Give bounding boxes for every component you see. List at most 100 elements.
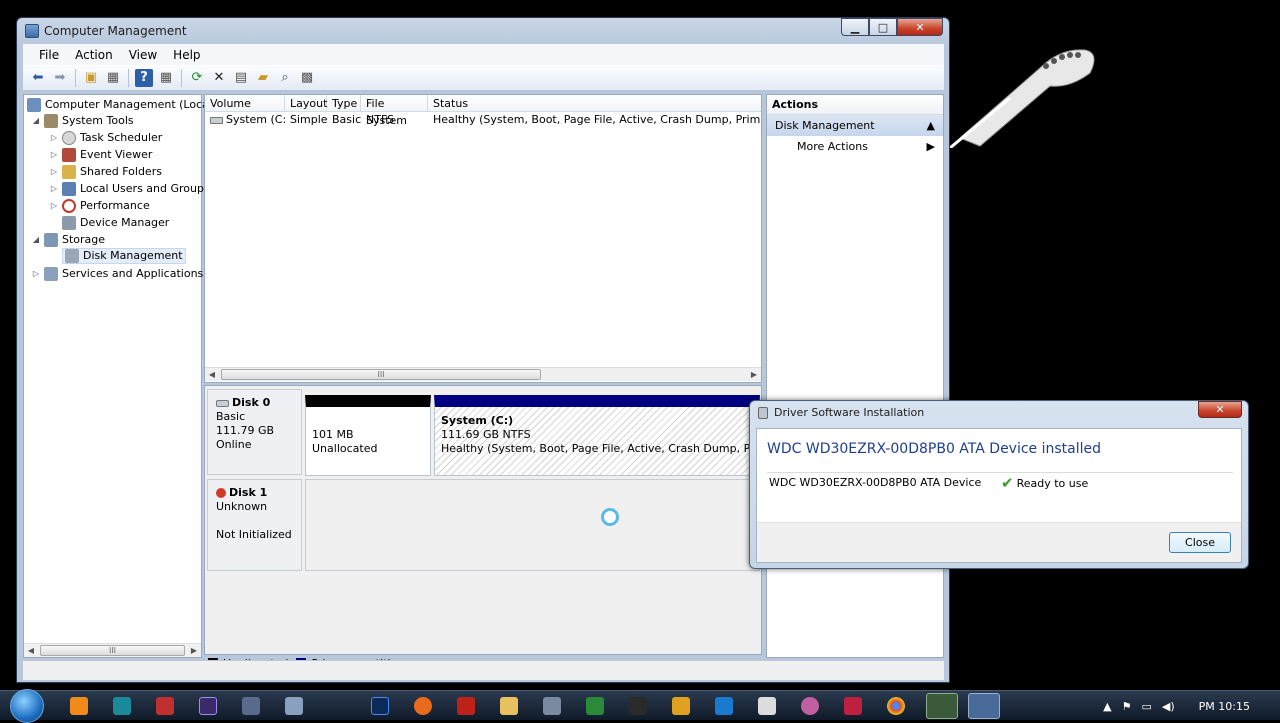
expanded-arrow-icon[interactable]: ◢ [32, 232, 40, 248]
app-icon[interactable] [285, 697, 303, 715]
minimize-button[interactable]: ▁ [841, 18, 869, 36]
tree-item-shared-folders[interactable]: ▷ Shared Folders [50, 164, 162, 180]
app-icon[interactable] [586, 697, 604, 715]
disk-type: Unknown [216, 500, 268, 513]
collapse-up-icon[interactable]: ▲ [927, 115, 935, 136]
tree-label: Event Viewer [80, 148, 153, 161]
network-icon[interactable]: ▭ [1142, 700, 1152, 713]
computer-management-task-icon[interactable] [968, 693, 1000, 719]
column-file-system[interactable]: File System [361, 95, 428, 127]
dialog-close-x-button[interactable]: ✕ [1198, 401, 1242, 418]
expanded-arrow-icon[interactable]: ◢ [32, 113, 40, 129]
scroll-thumb[interactable]: III [40, 645, 185, 656]
folder-icon[interactable] [500, 697, 518, 715]
menu-help[interactable]: Help [165, 48, 208, 62]
partition-name: System (C:) [441, 414, 514, 427]
vlc-icon[interactable] [70, 697, 88, 715]
menu-file[interactable]: File [31, 48, 67, 62]
actions-section-label: Disk Management [775, 119, 875, 132]
show-hidden-icons-icon[interactable]: ▲ [1103, 700, 1111, 713]
after-effects-icon[interactable] [199, 697, 217, 715]
show-hide-action-pane-icon[interactable]: ▦ [157, 69, 175, 87]
settings-icon[interactable]: ▩ [298, 69, 316, 87]
forward-arrow-icon[interactable]: ➡ [51, 69, 69, 87]
collapsed-arrow-icon[interactable]: ▷ [50, 181, 58, 197]
app-icon[interactable] [113, 697, 131, 715]
disk-name: Disk 0 [232, 396, 271, 409]
clock-time[interactable]: PM 10:15 [1199, 700, 1250, 713]
tree-item-disk-management[interactable]: Disk Management [62, 248, 186, 264]
tree-item-services-and-applications[interactable]: ▷ Services and Applications [32, 266, 203, 282]
tree-item-local-users[interactable]: ▷ Local Users and Groups [50, 181, 210, 197]
collapsed-arrow-icon[interactable]: ▷ [50, 147, 58, 163]
app-icon[interactable] [801, 697, 819, 715]
app-icon[interactable] [672, 697, 690, 715]
scroll-left-icon[interactable]: ◀ [205, 368, 219, 381]
tree-item-storage[interactable]: ◢ Storage [32, 232, 105, 248]
app-icon[interactable] [543, 697, 561, 715]
tree-item-task-scheduler[interactable]: ▷ Task Scheduler [50, 130, 162, 146]
menu-action[interactable]: Action [67, 48, 121, 62]
partition-system-c[interactable]: System (C:) 111.69 GB NTFS Healthy (Syst… [434, 395, 760, 476]
partition-unallocated[interactable]: 101 MB Unallocated [305, 395, 431, 476]
app-icon[interactable] [457, 697, 475, 715]
tree-item-event-viewer[interactable]: ▷ Event Viewer [50, 147, 152, 163]
column-layout[interactable]: Layout [285, 95, 327, 112]
chrome-icon[interactable] [887, 697, 905, 715]
help-icon[interactable]: ? [135, 68, 153, 87]
properties-icon[interactable]: ▤ [232, 69, 250, 87]
close-window-button[interactable]: ✕ [897, 18, 943, 36]
delete-icon[interactable]: ✕ [210, 69, 228, 87]
volume-icon[interactable]: ◀) [1162, 700, 1175, 713]
rescan-icon[interactable]: ⌕ [276, 69, 294, 87]
app-icon[interactable] [156, 697, 174, 715]
collapsed-arrow-icon[interactable]: ▷ [50, 130, 58, 146]
scroll-thumb[interactable]: III [221, 369, 541, 380]
calculator-icon[interactable] [758, 697, 776, 715]
close-button[interactable]: Close [1169, 532, 1231, 553]
status-bar [23, 660, 944, 680]
more-actions-label: More Actions [797, 140, 868, 153]
app-icon[interactable] [629, 697, 647, 715]
tree-horizontal-scrollbar[interactable]: ◀ III ▶ [24, 643, 201, 657]
table-row[interactable]: System (C:) Simple Basic NTFS Healthy (S… [205, 112, 760, 128]
event-viewer-icon [62, 148, 76, 162]
scroll-left-icon[interactable]: ◀ [24, 644, 38, 657]
collapsed-arrow-icon[interactable]: ▷ [50, 198, 58, 214]
keyboard-icon[interactable] [242, 697, 260, 715]
tree-item-performance[interactable]: ▷ Performance [50, 198, 150, 214]
back-arrow-icon[interactable]: ⬅ [29, 69, 47, 87]
tree-root[interactable]: Computer Management (Local [27, 97, 212, 113]
open-folder-icon[interactable]: ▰ [254, 69, 272, 87]
disk-0-label[interactable]: Disk 0 Basic 111.79 GB Online [207, 389, 302, 475]
refresh-icon[interactable]: ⟳ [188, 69, 206, 87]
column-status[interactable]: Status [428, 95, 763, 112]
partition-label: Unallocated [312, 442, 378, 455]
actions-disk-management[interactable]: Disk Management ▲ [767, 115, 943, 136]
menu-view[interactable]: View [121, 48, 165, 62]
maximize-button[interactable]: □ [869, 18, 897, 36]
scroll-right-icon[interactable]: ▶ [747, 368, 761, 381]
disk-1-label[interactable]: Disk 1 Unknown Not Initialized [207, 479, 302, 571]
column-volume[interactable]: Volume [205, 95, 285, 112]
disk-1-area[interactable] [305, 479, 760, 571]
photoshop-icon[interactable] [371, 697, 389, 715]
tree-label: Performance [80, 199, 150, 212]
taskbar: ▲ ⚑ ▭ ◀) PM 10:15 [0, 689, 1280, 723]
collapsed-arrow-icon[interactable]: ▷ [32, 266, 40, 282]
start-button[interactable] [10, 689, 44, 723]
app-icon[interactable] [844, 697, 862, 715]
show-hide-tree-icon[interactable]: ▦ [104, 69, 122, 87]
up-folder-icon[interactable]: ▣ [82, 69, 100, 87]
column-type[interactable]: Type [327, 95, 361, 112]
volume-horizontal-scrollbar[interactable]: ◀ III ▶ [205, 367, 761, 381]
tree-item-device-manager[interactable]: Device Manager [62, 215, 169, 231]
app-icon[interactable] [926, 693, 958, 719]
app-icon[interactable] [715, 697, 733, 715]
more-actions-item[interactable]: More Actions ▶ [767, 136, 943, 158]
tree-item-system-tools[interactable]: ◢ System Tools [32, 113, 134, 129]
firefox-icon[interactable] [414, 697, 432, 715]
flag-icon[interactable]: ⚑ [1122, 700, 1132, 713]
collapsed-arrow-icon[interactable]: ▷ [50, 164, 58, 180]
scroll-right-icon[interactable]: ▶ [187, 644, 201, 657]
